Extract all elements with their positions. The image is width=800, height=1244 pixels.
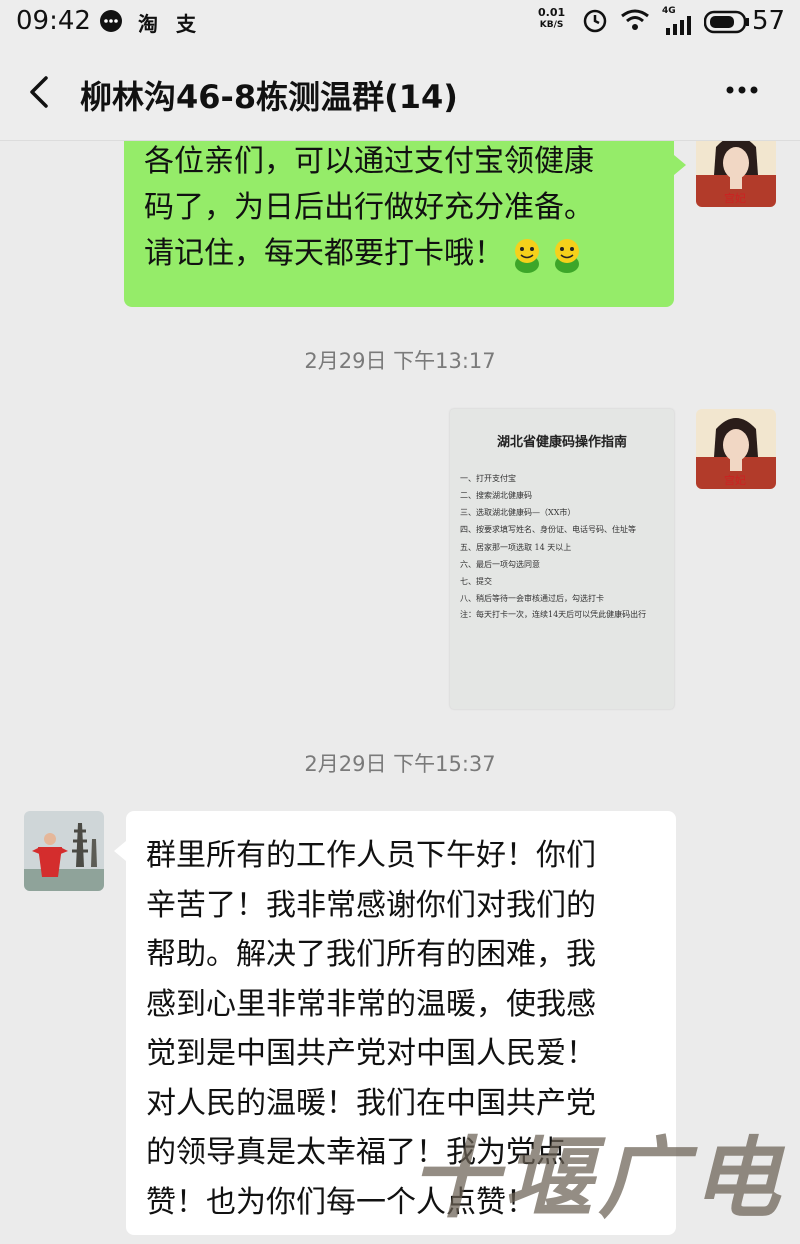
network-type: 4G <box>662 6 676 16</box>
svg-text:宫妃: 宫妃 <box>724 191 746 205</box>
chat-bubble-icon <box>98 8 124 39</box>
alipay-icon: 支 <box>176 12 196 36</box>
doc-line: 一、打开支付宝 <box>460 474 516 483</box>
message-text-line: 觉到是中国共产党对中国人民爱！ <box>146 1036 596 1071</box>
net-speed: 0.01 KB/S <box>538 6 566 31</box>
alarm-icon <box>582 7 608 38</box>
more-options-button[interactable] <box>722 68 762 117</box>
back-arrow-icon <box>30 76 48 108</box>
status-bar: 09:42 淘 支 0.01 KB/S 4G 57 <box>0 0 800 44</box>
emoji-icon <box>510 236 544 274</box>
message-text-line: 各位亲们，可以通过支付宝领健康 <box>144 144 594 179</box>
doc-line: 七、提交 <box>460 577 492 586</box>
doc-line: 注：每天打卡一次，连续14天后可以凭此健康码出行 <box>460 610 647 619</box>
message-text-line: 群里所有的工作人员下午好！你们 <box>146 838 596 873</box>
doc-line: 八、稍后等待一会审核通过后，勾选打卡 <box>460 594 604 603</box>
message-bubble[interactable]: 各位亲们，可以通过支付宝领健康 码了，为日后出行做好充分准备。 请记住，每天都要… <box>124 141 674 307</box>
emoji-icon <box>550 236 584 274</box>
message-timestamp: 2月29日 下午15:37 <box>304 752 496 776</box>
chat-header: 柳林沟46-8栋测温群(14) <box>0 44 800 141</box>
doc-line: 二、搜索湖北健康码 <box>460 491 532 500</box>
doc-line: 四、按要求填写姓名、身份证、电话号码、住址等 <box>460 525 636 534</box>
message-text-line: 辛苦了！我非常感谢你们对我们的 <box>146 887 596 923</box>
doc-line: 五、居家那一项选取 14 天以上 <box>460 543 572 552</box>
more-icon <box>726 86 758 94</box>
doc-line: 六、最后一项勾选同意 <box>460 560 540 569</box>
self-avatar[interactable]: 宫妃 <box>696 409 776 489</box>
doc-title: 湖北省健康码操作指南 <box>496 435 627 450</box>
message-text-line: 码了，为日后出行做好充分准备。 <box>144 190 594 225</box>
svg-text:宫妃: 宫妃 <box>724 473 746 487</box>
doc-line: 三、选取湖北健康码—（XX市） <box>460 508 576 517</box>
battery-level: 57 <box>752 6 786 36</box>
wifi-icon <box>620 8 650 37</box>
battery-icon <box>703 10 750 39</box>
signal-icon <box>664 16 694 41</box>
message-text-line: 感到心里非常非常的温暖，使我感 <box>146 986 596 1022</box>
message-text-line: 请记住，每天都要打卡哦！ <box>144 231 594 277</box>
watermark-logo: 十堰广电 <box>410 1126 787 1230</box>
message-text-line: 帮助。解决了我们所有的困难，我 <box>146 937 596 972</box>
image-message[interactable]: 湖北省健康码操作指南 一、打开支付宝 二、搜索湖北健康码 三、选取湖北健康码—（… <box>450 409 674 709</box>
message-list[interactable]: 宫妃 各位亲们，可以通过支付宝领健康 码了，为日后出行做好充分准备。 请记住，每… <box>0 141 800 1244</box>
chat-title: 柳林沟46-8栋测温群(14) <box>80 78 458 116</box>
message-timestamp: 2月29日 下午13:17 <box>304 349 496 373</box>
status-time: 09:42 <box>16 6 91 36</box>
self-avatar[interactable]: 宫妃 <box>696 141 776 207</box>
sender-avatar[interactable] <box>24 811 104 891</box>
taobao-icon: 淘 <box>138 12 158 36</box>
back-button[interactable] <box>22 72 62 112</box>
